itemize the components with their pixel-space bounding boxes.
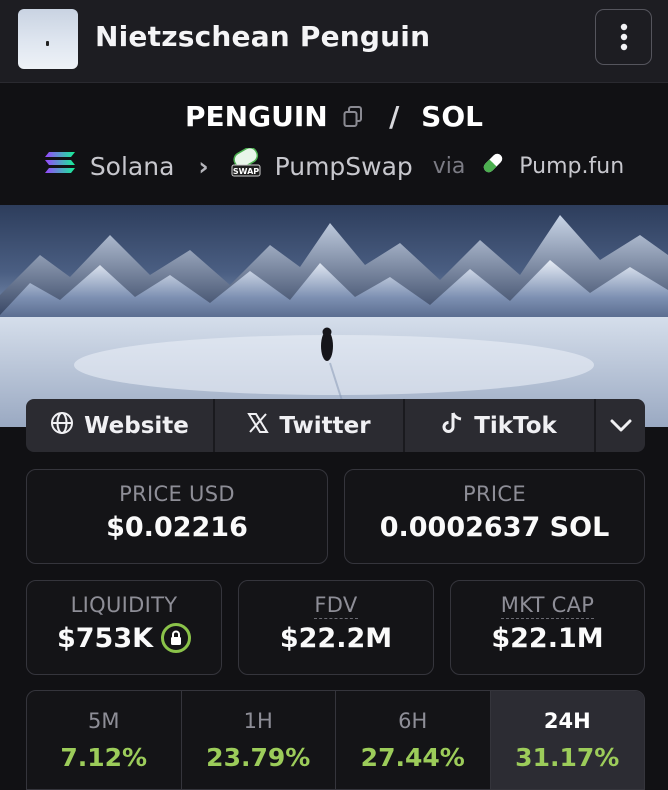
timeframe-tabs: 5M 7.12% 1H 23.79% 6H 27.44% 24H 31.17%	[26, 690, 645, 790]
x-logo-icon	[247, 412, 270, 440]
timeframe-label: 1H	[243, 709, 273, 733]
timeframe-change: 23.79%	[206, 743, 311, 772]
globe-icon	[50, 411, 74, 441]
website-link[interactable]: Website	[26, 399, 215, 452]
social-links-bar: Website Twitter TikTok	[26, 399, 645, 452]
timeframe-change: 31.17%	[515, 743, 620, 772]
header-bar: Nietzschean Penguin	[0, 0, 668, 83]
price-native-card: PRICE 0.0002637 SOL	[344, 469, 645, 564]
pumpswap-badge: SWAP	[233, 167, 259, 176]
liquidity-label: LIQUIDITY	[70, 593, 178, 617]
chain-name[interactable]: Solana	[90, 152, 175, 181]
tab-6h[interactable]: 6H 27.44%	[336, 691, 491, 789]
via-label: via	[432, 153, 466, 179]
twitter-label: Twitter	[279, 412, 371, 439]
tiktok-link[interactable]: TikTok	[405, 399, 596, 452]
fdv-card: FDV $22.2M	[238, 580, 434, 675]
price-usd-label: PRICE USD	[119, 482, 235, 506]
tab-5m[interactable]: 5M 7.12%	[27, 691, 182, 789]
twitter-link[interactable]: Twitter	[215, 399, 405, 452]
tiktok-label: TikTok	[474, 412, 557, 439]
timeframe-change: 27.44%	[360, 743, 465, 772]
mkt-cap-value: $22.1M	[491, 623, 604, 654]
pair-quote: SOL	[421, 100, 483, 133]
pair-separator: /	[389, 100, 400, 133]
more-options-button[interactable]	[595, 9, 652, 65]
fdv-value: $22.2M	[279, 623, 393, 654]
timeframe-label: 24H	[543, 709, 591, 733]
more-links-button[interactable]	[596, 399, 645, 452]
lock-icon[interactable]	[161, 622, 192, 653]
liquidity-value: $753K	[56, 623, 154, 654]
liquidity-card: LIQUIDITY $753K	[26, 580, 222, 675]
dex-name[interactable]: PumpSwap	[275, 152, 413, 181]
price-native-value: 0.0002637 SOL	[379, 512, 610, 543]
website-label: Website	[84, 412, 189, 439]
pumpswap-icon: SWAP	[231, 146, 261, 184]
price-native-label: PRICE	[463, 482, 526, 506]
token-avatar	[18, 9, 78, 69]
token-banner-image	[0, 205, 668, 427]
token-title: Nietzschean Penguin	[95, 20, 431, 53]
mkt-cap-card: MKT CAP $22.1M	[450, 580, 645, 675]
price-usd-value: $0.02216	[106, 512, 248, 543]
price-usd-card: PRICE USD $0.02216	[26, 469, 328, 564]
fdv-label[interactable]: FDV	[314, 593, 358, 619]
solana-icon	[44, 151, 76, 181]
tab-24h[interactable]: 24H 31.17%	[490, 691, 644, 789]
mkt-cap-label[interactable]: MKT CAP	[500, 593, 595, 619]
timeframe-change: 7.12%	[60, 743, 148, 772]
chevron-down-icon	[610, 413, 632, 439]
pair-heading: PENGUIN / SOL	[0, 100, 668, 135]
chevron-right-icon: ›	[198, 151, 209, 181]
chain-breadcrumb: Solana › SWAP PumpSwap via Pump.fun	[0, 146, 668, 184]
copy-icon[interactable]	[343, 102, 363, 135]
pair-base: PENGUIN	[185, 100, 328, 133]
kebab-menu-icon	[620, 23, 627, 51]
launchpad-name[interactable]: Pump.fun	[519, 154, 624, 179]
pill-icon	[481, 151, 505, 181]
timeframe-label: 6H	[398, 709, 428, 733]
tab-1h[interactable]: 1H 23.79%	[182, 691, 336, 789]
tiktok-icon	[442, 411, 464, 441]
timeframe-label: 5M	[88, 709, 120, 733]
